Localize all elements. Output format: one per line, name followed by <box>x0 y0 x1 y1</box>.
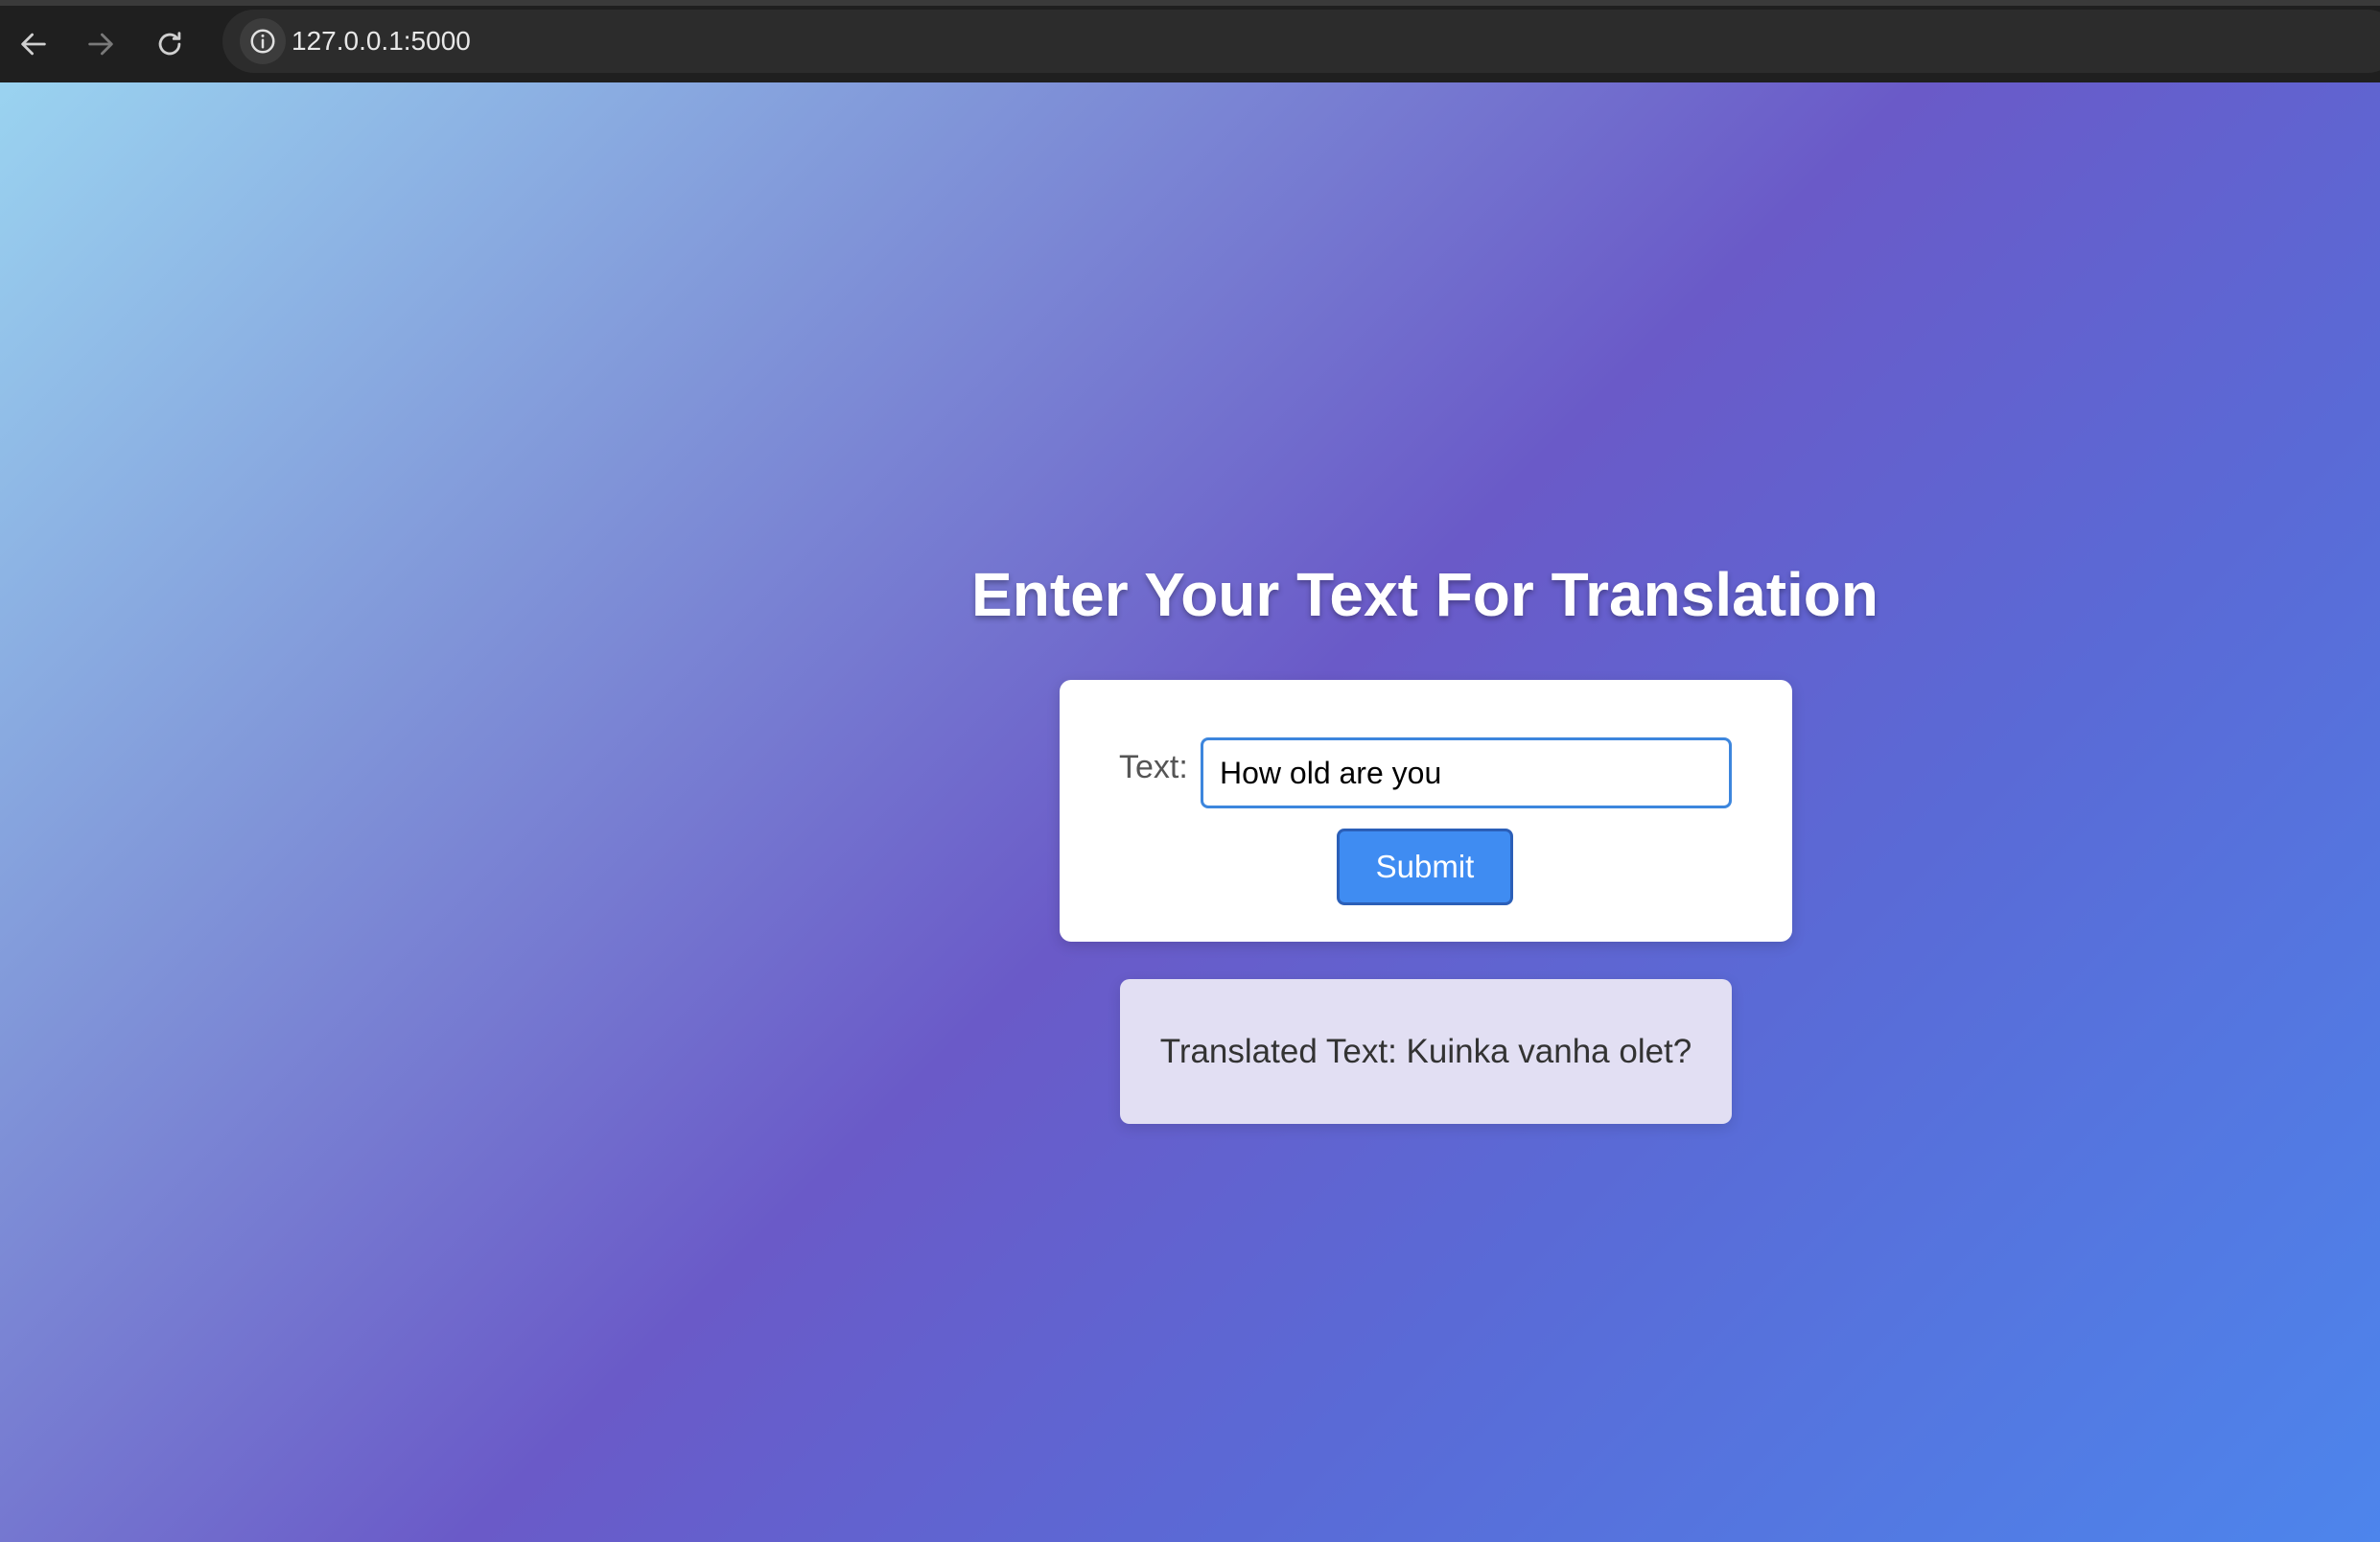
text-label: Text: <box>1119 749 1188 785</box>
forward-button[interactable] <box>75 18 127 70</box>
submit-button[interactable]: Submit <box>1337 829 1513 905</box>
url-text[interactable]: 127.0.0.1:5000 <box>292 10 471 73</box>
address-bar[interactable]: 127.0.0.1:5000 <box>222 10 2380 73</box>
arrow-left-icon <box>21 33 46 56</box>
arrow-right-icon <box>88 33 113 56</box>
page-background: Enter Your Text For Translation Text: Su… <box>0 82 2380 1542</box>
info-icon <box>250 29 275 54</box>
reload-button[interactable] <box>144 18 196 70</box>
translation-form: Text: Submit <box>1060 680 1792 942</box>
translated-text: Translated Text: Kuinka vanha olet? <box>1159 1032 1692 1070</box>
translation-result: Translated Text: Kuinka vanha olet? <box>1120 979 1732 1124</box>
back-button[interactable] <box>8 18 59 70</box>
site-info-button[interactable] <box>240 18 286 64</box>
browser-toolbar: 127.0.0.1:5000 <box>0 0 2380 82</box>
text-input[interactable] <box>1201 737 1732 808</box>
reload-icon <box>158 32 181 56</box>
page-title: Enter Your Text For Translation <box>971 560 1878 629</box>
